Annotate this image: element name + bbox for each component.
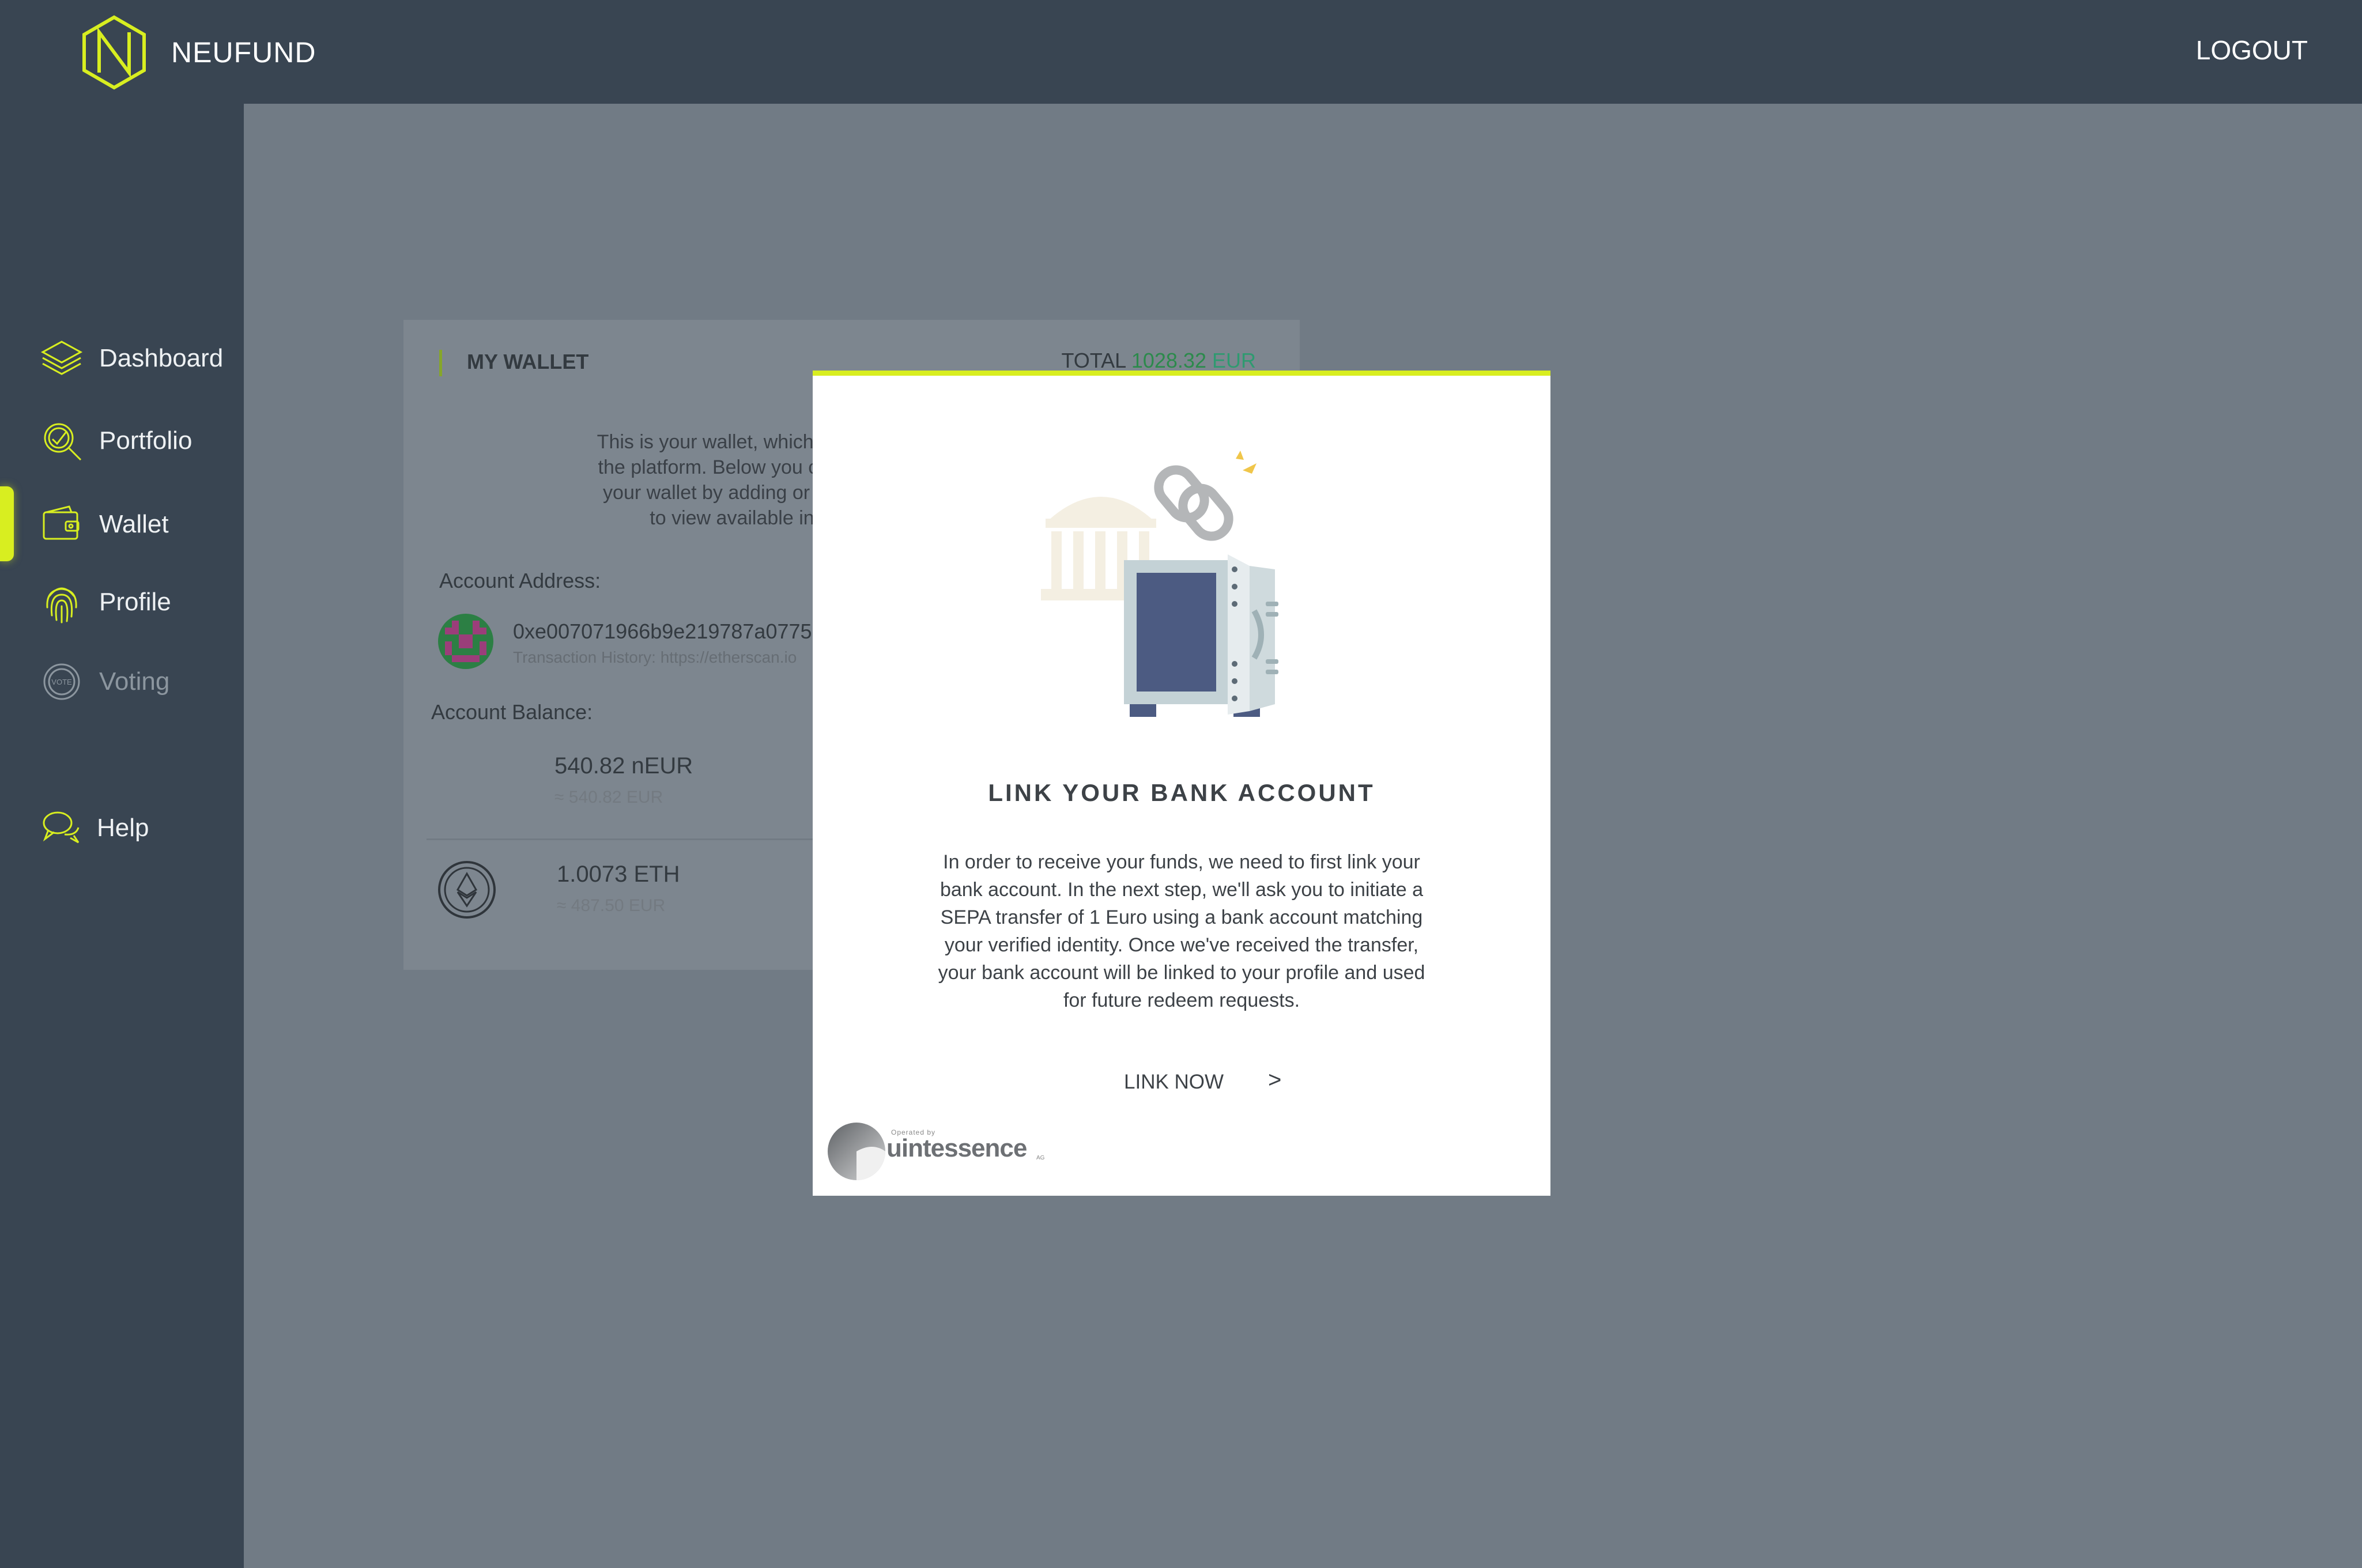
operator-suffix: AG	[1036, 1155, 1045, 1161]
sidebar-item-label: Help	[97, 814, 149, 842]
top-bar: NEUFUND LOGOUT	[0, 0, 2362, 104]
fingerprint-icon	[46, 587, 77, 624]
quintessence-logo-icon	[828, 1123, 885, 1180]
portfolio-magnifier-icon	[44, 423, 82, 461]
sidebar-item-label: Portfolio	[99, 426, 193, 455]
sidebar-item-wallet[interactable]: Wallet	[0, 493, 244, 556]
card-accent	[439, 350, 442, 376]
link-now-button[interactable]: LINK NOW	[1124, 1071, 1224, 1094]
sidebar-item-label: Profile	[99, 588, 171, 616]
sidebar-item-portfolio[interactable]: Portfolio	[0, 409, 244, 473]
svg-text:VOTE: VOTE	[51, 678, 72, 686]
wallet-title: MY WALLET	[467, 350, 589, 373]
vote-badge-icon: VOTE	[43, 663, 80, 700]
sidebar-item-label: Wallet	[99, 510, 169, 538]
balance-label: Account Balance:	[431, 700, 593, 724]
total-label: TOTAL	[1061, 349, 1126, 372]
operated-by-logo: Operated by uintessence AG	[827, 1119, 1046, 1182]
bank-vault-illustration-icon	[1041, 451, 1278, 717]
eth-eur-value: ≈ 487.50 EUR	[557, 896, 666, 915]
logout-button[interactable]: LOGOUT	[2196, 35, 2308, 66]
operator-name: uintessence	[886, 1134, 1027, 1162]
neur-balance: 540.82 nEUR	[554, 753, 693, 779]
neur-eur-value: ≈ 540.82 EUR	[554, 788, 663, 807]
sidebar-item-help[interactable]: Help	[0, 796, 244, 860]
address-label: Account Address:	[439, 569, 601, 592]
chat-bubbles-icon	[43, 811, 80, 844]
brand-name: NEUFUND	[171, 36, 316, 69]
wallet-total: TOTAL 1028.32 EUR	[1061, 349, 1256, 373]
total-value: 1028.32	[1131, 349, 1206, 372]
sidebar-item-label: Dashboard	[99, 344, 224, 372]
sidebar: Dashboard Portfolio Wallet Profile VOTE …	[0, 104, 244, 1568]
neufund-logo-icon[interactable]	[81, 15, 148, 90]
chevron-right-icon[interactable]: >	[1268, 1067, 1281, 1093]
modal-title: LINK YOUR BANK ACCOUNT	[988, 779, 1375, 806]
account-address[interactable]: 0xe007071966b9e219787a0775	[513, 619, 812, 644]
layers-icon	[40, 341, 83, 375]
ethereum-icon	[438, 861, 496, 919]
sidebar-item-label: Voting	[99, 667, 170, 696]
avatar	[438, 614, 493, 669]
link-bank-modal: LINK YOUR BANK ACCOUNT In order to recei…	[813, 371, 1550, 1196]
sidebar-item-voting[interactable]: VOTE Voting	[0, 650, 244, 713]
transaction-history-link[interactable]: Transaction History: https://etherscan.i…	[513, 648, 797, 667]
sidebar-item-profile[interactable]: Profile	[0, 570, 244, 634]
total-currency: EUR	[1212, 349, 1256, 372]
sidebar-item-dashboard[interactable]: Dashboard	[0, 327, 244, 390]
eth-balance: 1.0073 ETH	[557, 862, 680, 887]
divider	[427, 838, 830, 840]
modal-body-text: In order to receive your funds, we need …	[938, 851, 1425, 1011]
wallet-icon	[43, 505, 80, 540]
